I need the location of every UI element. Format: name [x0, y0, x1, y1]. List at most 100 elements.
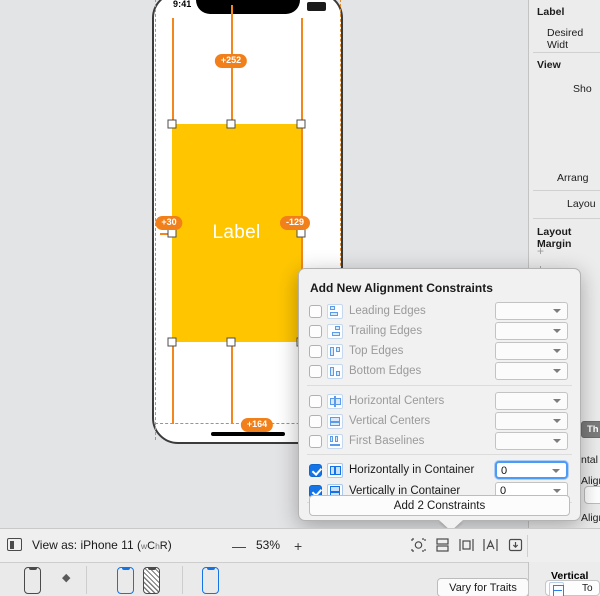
leading-constraint-badge[interactable]: +30	[155, 216, 182, 230]
row-bottom-edges[interactable]: Bottom Edges	[299, 361, 580, 381]
label-bottom-edges: Bottom Edges	[349, 365, 421, 377]
row-vertical-centers[interactable]: Vertical Centers	[299, 411, 580, 431]
center-horizontally-icon	[327, 463, 343, 478]
inspector-align-row-2: Align	[581, 512, 600, 524]
inspector-divider-2	[533, 190, 600, 191]
device-thumb-4[interactable]	[202, 567, 219, 594]
device-notch	[196, 0, 300, 14]
row-horizontal-centers[interactable]: Horizontal Centers	[299, 391, 580, 411]
value-horizontally-in-container: 0	[501, 465, 507, 477]
inspector-divider-1	[533, 52, 600, 53]
view-as-prefix: View as: iPhone 11 (	[32, 538, 141, 552]
combo-top-edges[interactable]	[495, 342, 568, 360]
inspector-field-partial[interactable]	[584, 486, 600, 504]
combo-horizontal-centers[interactable]	[495, 392, 568, 410]
height-class: R	[160, 540, 168, 552]
inspector-layout-row: Layou	[567, 198, 596, 210]
embed-in-icon[interactable]	[434, 537, 451, 553]
align-top-edges-icon	[327, 344, 343, 359]
toggle-document-outline-icon[interactable]	[7, 538, 22, 551]
inspector-arrange-row: Arrang	[557, 172, 589, 184]
checkbox-bottom-edges[interactable]	[309, 365, 322, 378]
add-new-constraints-icon[interactable]	[482, 537, 499, 553]
combo-vertical-centers[interactable]	[495, 412, 568, 430]
label-horizontal-centers: Horizontal Centers	[349, 395, 444, 407]
chevron-down-icon	[553, 489, 561, 493]
inspector-add-row-1[interactable]: +	[537, 244, 544, 258]
chevron-down-icon	[553, 419, 561, 423]
width-class: C	[147, 540, 155, 552]
devbar-divider-1	[86, 566, 87, 594]
zoom-level-value: 53%	[256, 538, 280, 552]
resize-handle-top-center[interactable]	[227, 120, 236, 129]
inspector-layout-margins: Layout Margin	[537, 226, 600, 250]
label-vertical-centers: Vertical Centers	[349, 415, 430, 427]
checkbox-vertical-centers[interactable]	[309, 415, 322, 428]
xcode-interface-builder-screen: 9:41 Label +252 +30 -129	[0, 0, 600, 596]
row-top-edges[interactable]: Top Edges	[299, 341, 580, 361]
checkbox-first-baselines[interactable]	[309, 435, 322, 448]
combo-first-baselines[interactable]	[495, 432, 568, 450]
inspector-top-constraint-row[interactable]: To	[545, 580, 600, 596]
device-thumb-1[interactable]	[24, 567, 41, 594]
combo-trailing-edges[interactable]	[495, 322, 568, 340]
align-icon[interactable]	[458, 537, 475, 553]
constraint-top-icon	[549, 582, 564, 596]
chevron-down-icon	[552, 469, 560, 473]
row-first-baselines[interactable]: First Baselines	[299, 431, 580, 451]
top-constraint-badge[interactable]: +252	[215, 54, 247, 68]
trailing-constraint-badge[interactable]: -129	[280, 216, 310, 230]
vary-for-traits-button[interactable]: Vary for Traits	[437, 578, 529, 596]
inspector-show-row: Sho	[573, 83, 592, 95]
label-leading-edges: Leading Edges	[349, 305, 426, 317]
label-horizontally-in-container: Horizontally in Container	[349, 464, 474, 476]
device-notch-nub	[122, 567, 130, 570]
chevron-down-icon	[553, 349, 561, 353]
popover-divider-2	[307, 454, 572, 455]
popover-divider-1	[307, 385, 572, 386]
row-trailing-edges[interactable]: Trailing Edges	[299, 321, 580, 341]
resize-handle-bottom-left[interactable]	[168, 338, 177, 347]
devbar-divider-2	[182, 566, 183, 594]
combo-horizontally-in-container[interactable]: 0	[495, 461, 568, 479]
add-constraints-button[interactable]: Add 2 Constraints	[309, 495, 570, 516]
device-thumb-3-disabled[interactable]	[143, 567, 160, 594]
combo-leading-edges[interactable]	[495, 302, 568, 320]
row-horizontally-in-container[interactable]: Horizontally in Container 0	[299, 460, 580, 480]
row-leading-edges[interactable]: Leading Edges	[299, 301, 580, 321]
chevron-down-icon	[553, 399, 561, 403]
inspector-horizontal-row: ntal	[581, 454, 598, 466]
update-frames-icon[interactable]	[410, 537, 427, 553]
label-top-edges: Top Edges	[349, 345, 403, 357]
resize-handle-top-right[interactable]	[297, 120, 306, 129]
zoom-out-button[interactable]: —	[232, 538, 246, 554]
bottom-constraint-badge[interactable]: +164	[241, 418, 273, 432]
popover-title: Add New Alignment Constraints	[310, 281, 493, 295]
checkbox-horizontally-in-container[interactable]	[309, 464, 322, 477]
bottombar-divider	[527, 535, 528, 557]
status-bar-time: 9:41	[173, 0, 191, 9]
align-leading-edges-icon	[327, 304, 343, 319]
combo-bottom-edges[interactable]	[495, 362, 568, 380]
zoom-in-button[interactable]: +	[294, 538, 302, 554]
checkbox-trailing-edges[interactable]	[309, 325, 322, 338]
chevron-down-icon	[553, 369, 561, 373]
label-first-baselines: First Baselines	[349, 435, 424, 447]
selected-uiview[interactable]: Label	[172, 124, 301, 342]
view-as-device-button[interactable]: View as: iPhone 11 (wChR)	[32, 538, 172, 552]
align-first-baselines-icon	[327, 434, 343, 449]
device-thumb-2[interactable]	[117, 567, 134, 594]
resize-handle-top-left[interactable]	[168, 120, 177, 129]
device-notch-nub	[29, 567, 37, 570]
resize-handle-bottom-center[interactable]	[227, 338, 236, 347]
label-trailing-edges: Trailing Edges	[349, 325, 422, 337]
resolve-auto-layout-issues-icon[interactable]	[507, 537, 524, 553]
checkbox-top-edges[interactable]	[309, 345, 322, 358]
checkbox-leading-edges[interactable]	[309, 305, 322, 318]
checkbox-horizontal-centers[interactable]	[309, 395, 322, 408]
device-orientation-stepper[interactable]: ◆	[62, 575, 70, 582]
constraint-top-label: To	[582, 583, 593, 594]
device-notch-nub	[148, 567, 156, 570]
add-new-alignment-constraints-popover[interactable]: Add New Alignment Constraints Leading Ed…	[298, 268, 581, 521]
theme-segment-button[interactable]: Th	[581, 421, 600, 438]
